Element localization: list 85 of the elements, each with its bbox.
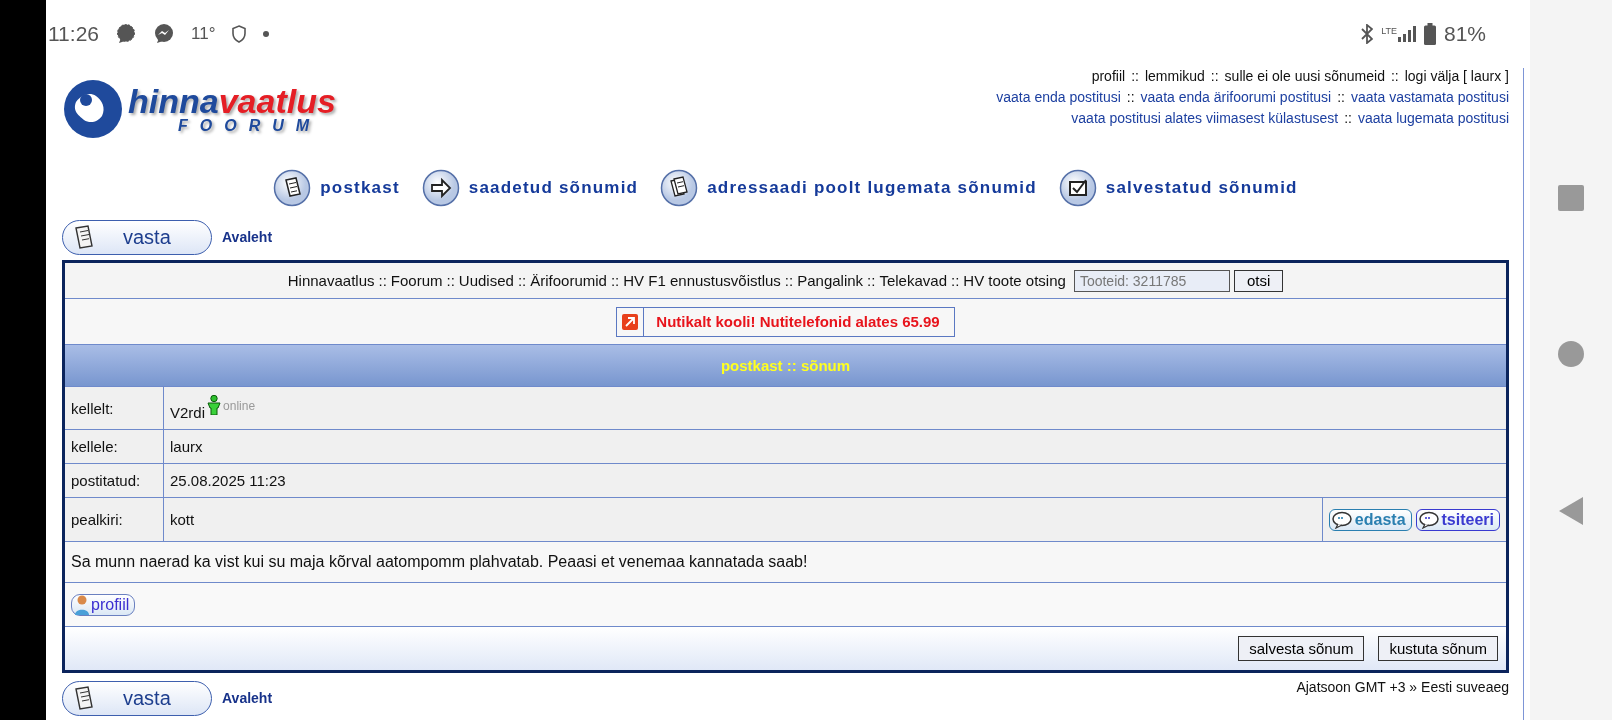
site-nav-link[interactable]: Hinnavaatlus — [287, 272, 375, 289]
speech-bubble-icon — [1418, 510, 1441, 529]
home-link[interactable]: Avaleht — [222, 690, 273, 706]
separator: :: — [867, 272, 876, 289]
field-value: laurx — [170, 438, 203, 455]
document-icon — [73, 224, 95, 250]
timezone-text: Ajatsoon GMT +3 » Eesti suveaeg — [1296, 679, 1509, 695]
product-search-field[interactable]: Tooteid: 3211785 — [1073, 269, 1230, 292]
clock: 11:26 — [48, 22, 99, 46]
site-nav-link[interactable]: Pangalink — [797, 272, 864, 289]
temperature: 11° — [191, 24, 216, 44]
site-nav-link[interactable]: HV F1 ennustusvõistlus — [623, 272, 781, 289]
header-link[interactable]: vaata vastamata postitusi — [1351, 89, 1509, 105]
separator: :: — [1210, 68, 1219, 84]
network-label: LTE — [1381, 26, 1397, 36]
separator: :: — [784, 272, 794, 289]
battery-icon — [1423, 23, 1436, 45]
header-link[interactable]: lemmikud — [1144, 68, 1205, 84]
delete-message-button[interactable]: kustuta sõnum — [1378, 636, 1498, 661]
logo-title: hinnavaatlus — [128, 84, 336, 118]
profile-button[interactable]: profiil — [71, 593, 136, 616]
field-label: postitatud: — [65, 464, 164, 497]
site-nav-link[interactable]: Foorum — [390, 272, 443, 289]
documents-icon — [660, 169, 699, 207]
mailbox-link[interactable]: saadetud sõnumid — [468, 178, 639, 198]
person-icon — [207, 395, 222, 415]
field-label: kellele: — [65, 430, 164, 463]
document-icon — [73, 685, 95, 711]
separator: :: — [1390, 68, 1399, 84]
reply-button[interactable]: vasta — [62, 219, 212, 255]
separator: :: — [951, 272, 960, 289]
separator: :: — [517, 272, 527, 289]
forward-button[interactable]: edasta — [1328, 508, 1412, 531]
messenger-icon — [153, 23, 175, 45]
field-label: pealkiri: — [65, 498, 164, 541]
signal-icon — [1397, 26, 1416, 42]
user-icon — [74, 594, 90, 615]
search-button[interactable]: otsi — [1233, 269, 1284, 292]
circle-icon[interactable] — [1558, 341, 1584, 367]
mailbox-link[interactable]: adressaadi poolt lugemata sõnumid — [707, 178, 1037, 198]
panel-title: postkast :: sõnum — [720, 357, 851, 374]
document-icon — [273, 169, 312, 207]
header-link[interactable]: sulle ei ole uusi sõnumeid — [1224, 68, 1385, 84]
reply-button[interactable]: vasta — [62, 680, 212, 716]
header-link[interactable]: logi välja [ laurx ] — [1404, 68, 1509, 84]
site-nav-link[interactable]: HV toote otsing — [963, 272, 1066, 289]
separator: :: — [378, 272, 387, 289]
speech-bubble-icon — [1331, 510, 1354, 529]
battery-level: 81% — [1443, 22, 1486, 46]
separator: :: — [446, 272, 455, 289]
header-link[interactable]: profiil — [1091, 68, 1126, 84]
save-message-button[interactable]: salvesta sõnum — [1238, 636, 1365, 661]
bluetooth-icon — [1361, 24, 1374, 44]
advert-link[interactable]: Nutikalt kooli! Nutitelefonid alates 65.99 — [616, 306, 955, 337]
header-link[interactable]: vaata postitusi alates viimasest külastusest — [1071, 110, 1339, 126]
site-nav-link[interactable]: Telekavad — [879, 272, 947, 289]
external-link-icon — [622, 313, 639, 330]
online-status: online — [223, 399, 256, 413]
separator: :: — [1344, 110, 1352, 126]
separator: :: — [610, 272, 620, 289]
chat-bubble-icon — [115, 23, 137, 45]
globe-icon — [62, 78, 124, 140]
dot-icon — [263, 31, 270, 37]
message-text: Sa munn naerad ka vist kui su maja kõrval aatompomm plahvatab. Peaasi et venemaa kannatada saab! — [70, 552, 809, 572]
separator: :: — [1337, 89, 1345, 105]
back-icon[interactable] — [1559, 497, 1583, 525]
header-link[interactable]: vaata lugemata postitusi — [1358, 110, 1509, 126]
field-label: kellelt: — [65, 387, 164, 429]
checkbox-icon — [1058, 169, 1097, 207]
header-link[interactable]: vaata enda postitusi — [996, 89, 1121, 105]
arrow-right-icon — [421, 169, 460, 207]
shield-icon — [231, 25, 248, 43]
home-link[interactable]: Avaleht — [222, 229, 273, 245]
quote-button[interactable]: tsiteeri — [1415, 508, 1500, 531]
logo-subtitle: FOORUM — [178, 118, 323, 134]
field-value: kott — [170, 511, 195, 528]
field-value: 25.08.2025 11:23 — [170, 472, 286, 489]
header-link[interactable]: vaata enda ärifoorumi postitusi — [1140, 89, 1332, 105]
site-nav-link[interactable]: Ärifoorumid — [530, 272, 607, 289]
separator: :: — [1126, 89, 1135, 105]
site-nav-link[interactable]: Uudised — [458, 272, 514, 289]
field-value: V2rdi — [170, 403, 206, 421]
separator: :: — [1131, 68, 1139, 84]
mailbox-link[interactable]: postkast — [320, 178, 400, 198]
mailbox-link[interactable]: salvestatud sõnumid — [1105, 178, 1298, 198]
